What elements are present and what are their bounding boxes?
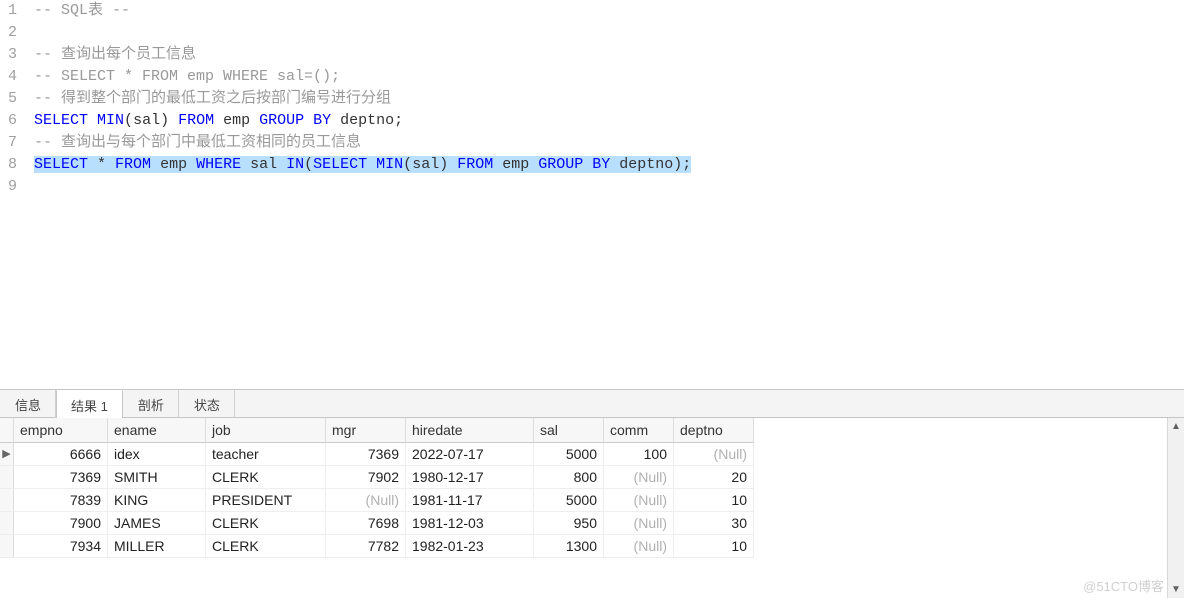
tab-result-1[interactable]: 结果 1	[56, 390, 123, 419]
cell-comm[interactable]: (Null)	[604, 512, 674, 535]
cell-ename[interactable]: idex	[108, 443, 206, 466]
results-grid[interactable]: empnoenamejobmgrhiredatesalcommdeptno ▶66…	[0, 418, 1184, 558]
tab-status[interactable]: 状态	[179, 390, 235, 418]
cell-deptno[interactable]: 10	[674, 535, 754, 558]
line-number: 8	[8, 154, 21, 176]
cell-empno[interactable]: 7369	[14, 466, 108, 489]
tab-info[interactable]: 信息	[0, 390, 56, 418]
cell-job[interactable]: teacher	[206, 443, 326, 466]
line-number: 9	[8, 176, 21, 198]
line-number: 3	[8, 44, 21, 66]
column-header-mgr[interactable]: mgr	[326, 418, 406, 443]
cell-hiredate[interactable]: 2022-07-17	[406, 443, 534, 466]
cell-ename[interactable]: MILLER	[108, 535, 206, 558]
column-header-empno[interactable]: empno	[14, 418, 108, 443]
sql-editor[interactable]: 123456789 -- SQL表 -- -- 查询出每个员工信息-- SELE…	[0, 0, 1184, 390]
vertical-scrollbar[interactable]: ▲ ▼	[1167, 418, 1184, 598]
cell-comm[interactable]: 100	[604, 443, 674, 466]
scroll-up-icon[interactable]: ▲	[1168, 418, 1184, 435]
watermark: @51CTO博客	[1083, 576, 1164, 595]
column-header-ename[interactable]: ename	[108, 418, 206, 443]
column-header-hiredate[interactable]: hiredate	[406, 418, 534, 443]
row-marker[interactable]	[0, 489, 14, 512]
cell-sal[interactable]: 800	[534, 466, 604, 489]
code-line[interactable]: SELECT MIN(sal) FROM emp GROUP BY deptno…	[34, 110, 1180, 132]
cell-hiredate[interactable]: 1981-11-17	[406, 489, 534, 512]
line-number: 1	[8, 0, 21, 22]
cell-ename[interactable]: KING	[108, 489, 206, 512]
code-line[interactable]	[34, 176, 1180, 198]
row-marker[interactable]: ▶	[0, 443, 14, 466]
cell-sal[interactable]: 5000	[534, 489, 604, 512]
line-number: 4	[8, 66, 21, 88]
code-line[interactable]: -- SQL表 --	[34, 0, 1180, 22]
cell-job[interactable]: CLERK	[206, 512, 326, 535]
cell-mgr[interactable]: 7698	[326, 512, 406, 535]
cell-mgr[interactable]: 7902	[326, 466, 406, 489]
cell-comm[interactable]: (Null)	[604, 489, 674, 512]
cell-empno[interactable]: 7900	[14, 512, 108, 535]
cell-job[interactable]: PRESIDENT	[206, 489, 326, 512]
results-panel: empnoenamejobmgrhiredatesalcommdeptno ▶66…	[0, 418, 1184, 598]
line-number: 6	[8, 110, 21, 132]
code-line[interactable]: -- 查询出与每个部门中最低工资相同的员工信息	[34, 132, 1180, 154]
cell-sal[interactable]: 5000	[534, 443, 604, 466]
cell-job[interactable]: CLERK	[206, 535, 326, 558]
line-number: 5	[8, 88, 21, 110]
code-line[interactable]: SELECT * FROM emp WHERE sal IN(SELECT MI…	[34, 154, 1180, 176]
row-marker[interactable]	[0, 512, 14, 535]
column-header-sal[interactable]: sal	[534, 418, 604, 443]
code-line[interactable]	[34, 22, 1180, 44]
row-header-corner[interactable]	[0, 418, 14, 443]
cell-deptno[interactable]: (Null)	[674, 443, 754, 466]
row-marker[interactable]	[0, 466, 14, 489]
cell-comm[interactable]: (Null)	[604, 535, 674, 558]
cell-deptno[interactable]: 30	[674, 512, 754, 535]
cell-ename[interactable]: JAMES	[108, 512, 206, 535]
cell-mgr[interactable]: 7369	[326, 443, 406, 466]
code-line[interactable]: -- SELECT * FROM emp WHERE sal=();	[34, 66, 1180, 88]
cell-empno[interactable]: 6666	[14, 443, 108, 466]
code-line[interactable]: -- 查询出每个员工信息	[34, 44, 1180, 66]
cell-hiredate[interactable]: 1982-01-23	[406, 535, 534, 558]
cell-empno[interactable]: 7934	[14, 535, 108, 558]
scroll-down-icon[interactable]: ▼	[1168, 581, 1184, 598]
line-number: 2	[8, 22, 21, 44]
cell-mgr[interactable]: 7782	[326, 535, 406, 558]
line-number-gutter: 123456789	[0, 0, 30, 389]
tab-profile[interactable]: 剖析	[123, 390, 179, 418]
cell-ename[interactable]: SMITH	[108, 466, 206, 489]
cell-deptno[interactable]: 20	[674, 466, 754, 489]
column-header-job[interactable]: job	[206, 418, 326, 443]
cell-comm[interactable]: (Null)	[604, 466, 674, 489]
cell-sal[interactable]: 950	[534, 512, 604, 535]
code-line[interactable]: -- 得到整个部门的最低工资之后按部门编号进行分组	[34, 88, 1180, 110]
cell-sal[interactable]: 1300	[534, 535, 604, 558]
column-header-deptno[interactable]: deptno	[674, 418, 754, 443]
cell-deptno[interactable]: 10	[674, 489, 754, 512]
cell-hiredate[interactable]: 1980-12-17	[406, 466, 534, 489]
row-marker[interactable]	[0, 535, 14, 558]
column-header-comm[interactable]: comm	[604, 418, 674, 443]
results-tabs: 信息 结果 1 剖析 状态	[0, 390, 1184, 418]
cell-mgr[interactable]: (Null)	[326, 489, 406, 512]
line-number: 7	[8, 132, 21, 154]
code-area[interactable]: -- SQL表 -- -- 查询出每个员工信息-- SELECT * FROM …	[30, 0, 1184, 389]
cell-job[interactable]: CLERK	[206, 466, 326, 489]
cell-empno[interactable]: 7839	[14, 489, 108, 512]
cell-hiredate[interactable]: 1981-12-03	[406, 512, 534, 535]
